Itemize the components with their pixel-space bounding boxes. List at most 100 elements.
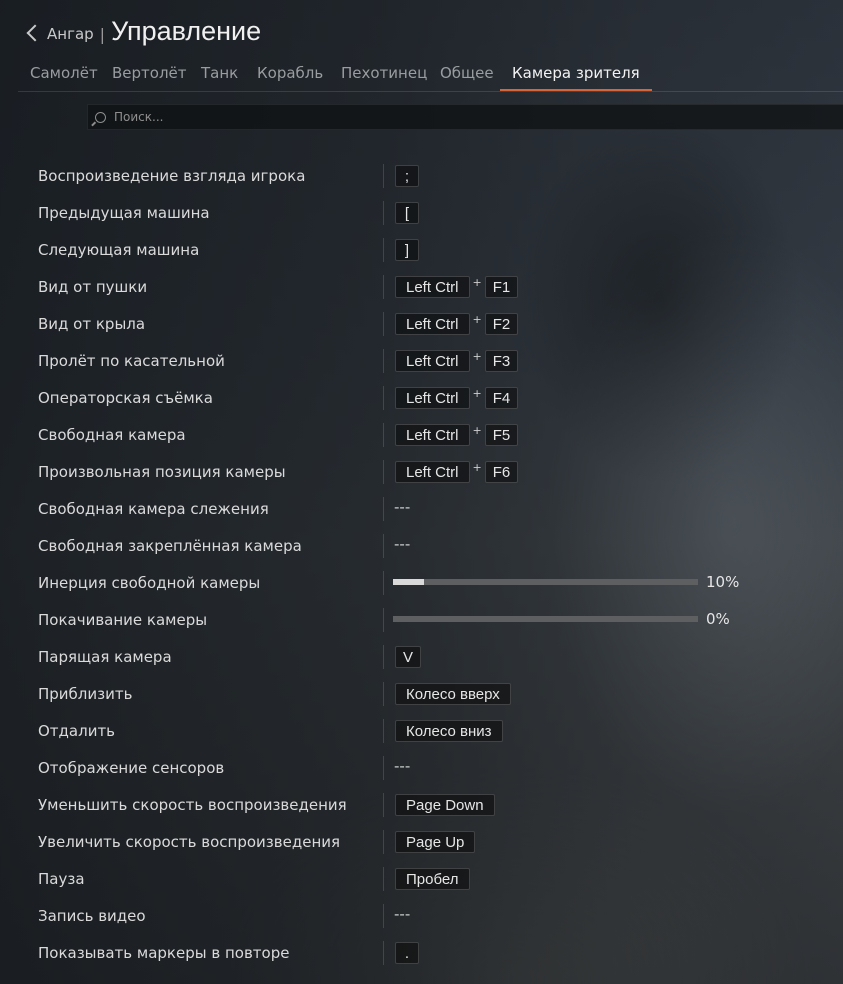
row-divider [383, 386, 384, 410]
control-row: Операторская съёмка Left Ctrl + F4 [0, 380, 843, 417]
slider-track[interactable] [393, 579, 698, 585]
control-row: Свободная камера слежения --- [0, 491, 843, 528]
plus-sign: + [472, 312, 482, 326]
slider-value: 0% [706, 610, 730, 628]
row-divider [383, 904, 384, 928]
key-cap: Left Ctrl [395, 387, 470, 409]
key-cap: Left Ctrl [395, 424, 470, 446]
key-binding[interactable]: Колесо вверх [395, 683, 511, 705]
tab-general[interactable]: Общее [428, 60, 506, 91]
key-cap: Пробел [395, 868, 470, 890]
control-row: Отображение сенсоров --- [0, 750, 843, 787]
row-divider [383, 793, 384, 817]
key-cap: Page Down [395, 794, 495, 816]
key-binding[interactable]: Left Ctrl + F3 [395, 350, 519, 372]
tab-helicopter[interactable]: Вертолёт [100, 60, 199, 91]
back-label: Ангар [47, 25, 94, 43]
control-label: Свободная камера [38, 426, 186, 444]
key-cap: Left Ctrl [395, 350, 470, 372]
search-icon [95, 111, 106, 123]
key-binding[interactable]: Left Ctrl + F2 [395, 312, 519, 335]
search-input[interactable] [112, 109, 816, 125]
row-divider [383, 645, 384, 669]
control-row: Отдалить Колесо вниз [0, 713, 843, 750]
header-separator: | [99, 25, 106, 44]
back-button[interactable]: Ангар [26, 24, 94, 43]
row-divider [383, 349, 384, 373]
key-binding[interactable]: Page Down [395, 794, 495, 816]
key-binding[interactable]: V [395, 646, 422, 668]
key-binding-empty[interactable]: --- [394, 535, 410, 553]
key-binding[interactable]: Left Ctrl + F4 [395, 386, 519, 409]
row-divider [383, 719, 384, 743]
row-divider [383, 571, 384, 595]
row-divider [383, 164, 384, 188]
plus-sign: + [472, 460, 482, 474]
tab-airplane[interactable]: Самолёт [18, 60, 110, 91]
control-label: Инерция свободной камеры [38, 574, 261, 592]
row-divider [383, 756, 384, 780]
key-cap: Колесо вниз [395, 720, 503, 742]
key-binding[interactable]: Left Ctrl + F6 [395, 460, 519, 483]
unassigned-text: --- [394, 498, 411, 516]
key-binding[interactable]: Left Ctrl + F5 [395, 423, 519, 446]
control-label: Увеличить скорость воспроизведения [38, 833, 341, 851]
control-row: Запись видео --- [0, 898, 843, 935]
key-binding[interactable]: ; [395, 165, 419, 187]
control-row: Пролёт по касательной Left Ctrl + F3 [0, 343, 843, 380]
control-row: Парящая камера V [0, 639, 843, 676]
key-cap: F6 [484, 461, 519, 483]
control-row: Приблизить Колесо вверх [0, 676, 843, 713]
slider-fill [393, 579, 424, 585]
key-cap: [ [395, 202, 419, 224]
key-binding[interactable]: Left Ctrl + F1 [395, 276, 519, 298]
key-cap: ] [395, 239, 419, 261]
control-row: Вид от пушки Left Ctrl + F1 [0, 269, 843, 306]
key-binding[interactable]: Пробел [395, 868, 470, 890]
tab-bar: Самолёт Вертолёт Танк Корабль Пехотинец … [18, 60, 843, 92]
row-divider [383, 312, 384, 336]
control-label: Предыдущая машина [38, 204, 210, 222]
tab-spectator-camera[interactable]: Камера зрителя [500, 60, 652, 91]
key-binding-empty[interactable]: --- [394, 905, 410, 923]
row-divider [383, 534, 384, 558]
control-label: Пауза [38, 870, 85, 888]
slider-track[interactable] [393, 616, 698, 622]
control-row: Следующая машина] [0, 232, 843, 269]
control-label: Воспроизведение взгляда игрока [38, 167, 306, 185]
control-label: Свободная камера слежения [38, 500, 269, 518]
control-row: Увеличить скорость воспроизведения Page U… [0, 824, 843, 861]
control-row: Инерция свободной камеры 10% [0, 565, 843, 602]
chevron-left-icon [26, 24, 44, 42]
key-binding[interactable]: Колесо вниз [395, 720, 503, 742]
key-binding-empty[interactable]: --- [394, 757, 411, 775]
control-label: Произвольная позиция камеры [38, 463, 286, 481]
key-cap: Колесо вверх [395, 683, 511, 705]
control-row: Воспроизведение взгляда игрока; [0, 158, 843, 195]
key-cap: F4 [484, 387, 519, 409]
control-row: Пауза Пробел [0, 861, 843, 898]
slider-value: 10% [706, 573, 740, 591]
control-label: Парящая камера [38, 648, 172, 666]
tab-ship[interactable]: Корабль [245, 60, 335, 91]
unassigned-text: --- [394, 757, 411, 775]
key-cap: Page Up [395, 831, 476, 853]
key-binding[interactable]: . [395, 942, 419, 964]
key-binding[interactable]: Page Up [395, 831, 476, 853]
control-label: Отдалить [38, 722, 116, 740]
row-divider [383, 941, 384, 965]
control-row: Покачивание камеры 0% [0, 602, 843, 639]
row-divider [383, 275, 384, 299]
row-divider [383, 423, 384, 447]
tab-tank[interactable]: Танк [189, 60, 250, 91]
plus-sign: + [472, 423, 482, 437]
key-cap: ; [395, 165, 419, 187]
tab-infantry[interactable]: Пехотинец [329, 60, 439, 91]
key-binding-empty[interactable]: --- [394, 498, 411, 516]
key-binding[interactable]: ] [395, 239, 419, 261]
key-binding[interactable]: [ [395, 202, 419, 224]
plus-sign: + [472, 386, 482, 400]
control-row: Свободная закреплённая камера --- [0, 528, 843, 565]
control-label: Покачивание камеры [38, 611, 208, 629]
control-label: Операторская съёмка [38, 389, 213, 407]
